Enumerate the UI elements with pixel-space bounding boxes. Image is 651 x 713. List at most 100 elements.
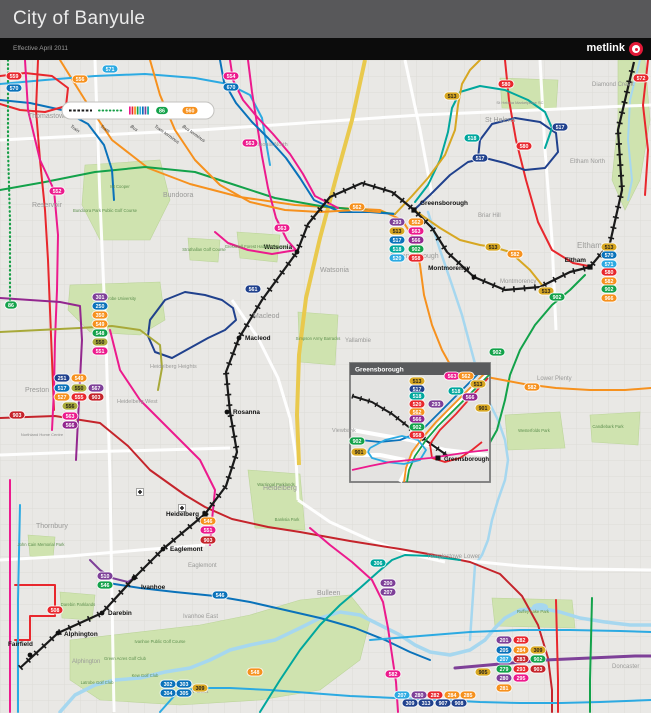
badge-text: 556 (76, 77, 85, 83)
badge-text: 295 (517, 676, 526, 682)
route-badge-902: 902 (407, 244, 425, 254)
poi-label: Northland Home Centre (21, 432, 64, 437)
route-badge-546: 546 (199, 516, 217, 526)
park-label: Warringal Parklands (257, 482, 295, 487)
route-badge-207: 207 (379, 587, 397, 597)
route-badge-518: 518 (408, 391, 426, 401)
route-badge-517: 517 (388, 235, 406, 245)
badge-text: 513 (448, 94, 457, 100)
route-badge-554: 554 (222, 71, 240, 81)
badge-text: 283 (517, 657, 526, 663)
route-badge-313: 313 (417, 698, 435, 708)
badge-text: 517 (556, 125, 565, 131)
route-badge-305: 305 (175, 688, 193, 698)
suburb-label: St Helens (485, 117, 516, 124)
station-dot (224, 409, 230, 415)
station-dot (471, 274, 477, 280)
badge-text: 282 (431, 693, 440, 699)
route-badge-561: 561 (244, 284, 262, 294)
route-badge-546: 546 (96, 580, 114, 590)
route-badge-567: 567 (87, 383, 105, 393)
station-label: Eaglemont (170, 546, 204, 553)
badge-text: 518 (393, 247, 402, 253)
badge-text: 582 (511, 252, 520, 258)
inset-station-label: Greensborough (444, 457, 489, 463)
badge-text: 513 (489, 245, 498, 251)
park-label: Simpson Army Barracks (296, 336, 341, 341)
badge-text: 305 (180, 691, 189, 697)
park-label: Candlebark Park (592, 424, 624, 429)
park-label: Mt Cooper (110, 184, 130, 189)
route-badge-517: 517 (53, 383, 71, 393)
badge-text: 580 (520, 144, 529, 150)
route-badge-580: 580 (515, 141, 533, 151)
suburb-label: Preston (25, 387, 49, 394)
route-badge-903: 903 (199, 535, 217, 545)
station-dot (411, 207, 417, 213)
route-badge-907: 907 (434, 698, 452, 708)
suburb-label: Diamond Creek (592, 82, 635, 88)
route-badge-513: 513 (469, 379, 487, 389)
badge-text: 200 (384, 581, 393, 587)
badge-text: 518 (468, 136, 477, 142)
route-badge-902: 902 (600, 284, 618, 294)
suburb-label: Watsonia (320, 267, 349, 274)
badge-text: 958 (412, 256, 421, 262)
route-badge-548: 548 (91, 328, 109, 338)
badge-text: 520 (413, 402, 422, 408)
route-badge-207: 207 (495, 654, 513, 664)
station-dot (294, 249, 300, 255)
route-badge-279: 279 (495, 664, 513, 674)
badge-text: 280 (415, 693, 424, 699)
legend-bus-sample-bar (144, 106, 147, 115)
map-canvas: Greensborough Greensborough Greensborough M… (0, 58, 651, 713)
route-badge-309: 309 (191, 683, 209, 693)
route-badge-966: 966 (600, 293, 618, 303)
route-badge-566: 566 (461, 392, 479, 402)
badge-text: 548 (251, 670, 260, 676)
metlink-logo-text: metlink (586, 42, 625, 54)
route-badge-350: 350 (91, 310, 109, 320)
badge-text: 205 (500, 648, 509, 654)
park-label: Green Acres Golf Club (104, 656, 147, 661)
badge-text: 670 (227, 85, 236, 91)
badge-text: 279 (500, 667, 509, 673)
route-badge-563: 563 (443, 371, 461, 381)
route-badge-520: 520 (388, 253, 406, 263)
route-badge-250: 250 (91, 301, 109, 311)
station-label: Fairfield (8, 641, 33, 648)
badge-text: 517 (476, 156, 485, 162)
badge-text: 548 (96, 331, 105, 337)
route-badge-510: 510 (96, 571, 114, 581)
route-badge-903: 903 (8, 410, 26, 420)
badge-text: 903 (534, 667, 543, 673)
route-badge-518: 518 (447, 386, 465, 396)
route-badge-513: 513 (388, 226, 406, 236)
route-badge-556: 556 (71, 74, 89, 84)
badge-text: 293 (393, 220, 402, 226)
badge-text: 563 (412, 229, 421, 235)
badge-text: 563 (246, 141, 255, 147)
badge-text: 549 (75, 376, 84, 382)
route-badge-284: 284 (512, 645, 530, 655)
route-badge-582: 582 (600, 276, 618, 286)
badge-text: 527 (58, 395, 67, 401)
badge-text: 905 (479, 670, 488, 676)
legend-bus-sample-bar (136, 106, 139, 115)
suburb-label: Reservoir (32, 202, 63, 209)
badge-text: 86 (159, 109, 165, 115)
badge-text: 551 (96, 349, 105, 355)
badge-text: 562 (353, 205, 362, 211)
route-badge-517: 517 (551, 122, 569, 132)
route-badge-549: 549 (91, 319, 109, 329)
badge-text: 513 (393, 229, 402, 235)
badge-text: 201 (500, 638, 509, 644)
route-badge-582: 582 (384, 669, 402, 679)
route-badge-958: 958 (408, 430, 426, 440)
badge-text: 301 (96, 295, 105, 301)
badge-text: 561 (249, 287, 258, 293)
route-badge-513: 513 (408, 376, 426, 386)
park-label: John Cain Memorial Park (17, 542, 65, 547)
route-badge-551: 551 (199, 525, 217, 535)
badge-text: 350 (96, 313, 105, 319)
